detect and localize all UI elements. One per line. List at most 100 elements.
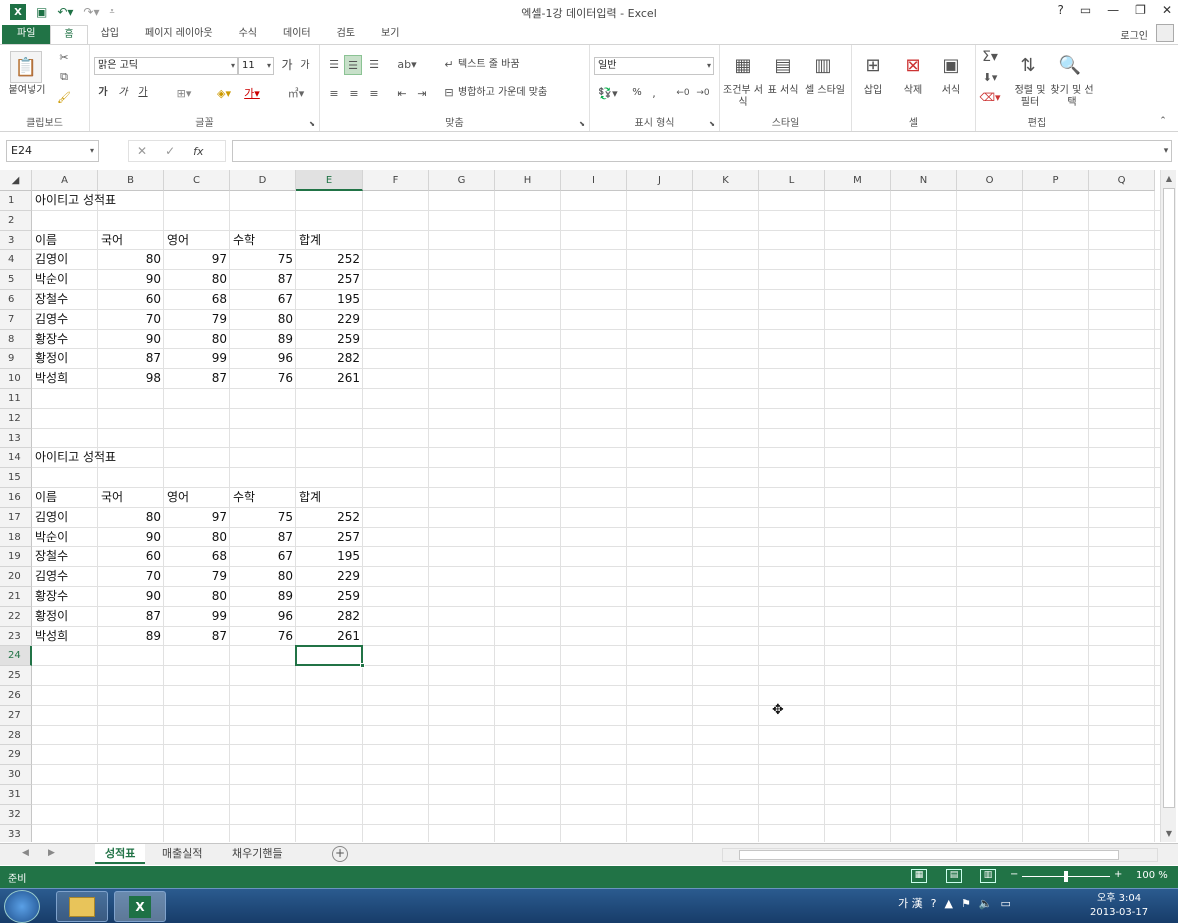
column-header-A[interactable]: A [32,170,98,191]
add-sheet-icon[interactable]: + [332,846,348,862]
cell-C17[interactable]: 97 [164,508,230,527]
tab-review[interactable]: 검토 [324,25,368,44]
row-header-2[interactable]: 2 [0,210,32,231]
row-header-24[interactable]: 24 [0,646,32,667]
cell-B23[interactable]: 89 [98,627,164,646]
cell-B8[interactable]: 90 [98,330,164,349]
underline-button[interactable]: 가 [136,87,150,99]
volume-icon[interactable]: 🔈 [979,897,993,910]
column-header-G[interactable]: G [429,170,495,191]
undo-icon[interactable]: ↶▾ [57,5,73,19]
cell-C23[interactable]: 87 [164,627,230,646]
conditional-format-button[interactable]: 조건부 서식 [722,85,764,109]
cell-C4[interactable]: 97 [164,250,230,269]
column-header-M[interactable]: M [825,170,891,191]
column-header-K[interactable]: K [693,170,759,191]
align-center-icon[interactable]: ≡ [346,85,362,101]
help-button[interactable]: ? [1057,3,1063,17]
cell-D22[interactable]: 96 [230,607,296,626]
italic-button[interactable]: 가 [116,87,130,99]
row-header-27[interactable]: 27 [0,705,32,726]
expand-formula-bar-icon[interactable]: ▾ [1160,144,1172,158]
enter-icon[interactable]: ✓ [165,144,175,158]
dialog-launcher-icon[interactable]: ⬊ [707,119,717,129]
comma-style-icon[interactable]: , [648,85,660,101]
row-header-30[interactable]: 30 [0,765,32,785]
cell-B10[interactable]: 98 [98,369,164,388]
cell-E21[interactable]: 259 [296,587,363,606]
worksheet-grid[interactable]: ◢ A B C D E F G H I J K L M N O P Q 1 2 3 4 5 6 7 8 9 10 11 12 13 14 15… [0,170,1160,842]
delete-cells-icon[interactable]: ⊠ [900,51,926,79]
cell-B20[interactable]: 70 [98,567,164,586]
find-select-button[interactable]: 찾기 및 선택 [1050,85,1094,109]
row-header-28[interactable]: 28 [0,725,32,746]
column-header-P[interactable]: P [1023,170,1089,191]
file-explorer-icon[interactable] [56,891,108,922]
row-header-9[interactable]: 9 [0,349,32,370]
zoom-in-icon[interactable]: + [1114,869,1122,880]
tab-insert[interactable]: 삽입 [88,25,132,44]
sort-filter-button[interactable]: 정렬 및 필터 [1010,85,1050,109]
row-header-6[interactable]: 6 [0,290,32,310]
row-header-12[interactable]: 12 [0,408,32,429]
clear-icon[interactable]: ⌫▾ [979,89,1000,105]
cell-D7[interactable]: 80 [230,310,296,329]
align-left-icon[interactable]: ≡ [326,85,342,101]
cell-B6[interactable]: 60 [98,290,164,309]
row-header-26[interactable]: 26 [0,686,32,706]
cell-E5[interactable]: 257 [296,270,363,289]
column-header-I[interactable]: I [561,170,627,191]
cell-E9[interactable]: 282 [296,349,363,368]
cell-E17[interactable]: 252 [296,508,363,527]
customize-qat-icon[interactable]: ⩡ [110,7,115,17]
close-button[interactable]: ✕ [1162,3,1172,17]
selected-cell-outline[interactable] [295,645,363,667]
paste-button[interactable]: 붙여넣기 [2,85,52,97]
cell-D9[interactable]: 96 [230,349,296,368]
cell-C7[interactable]: 79 [164,310,230,329]
zoom-level[interactable]: 100 % [1136,870,1168,881]
row-header-5[interactable]: 5 [0,270,32,290]
cell-E6[interactable]: 195 [296,290,363,309]
align-top-icon[interactable]: ☰ [326,55,342,73]
copy-icon[interactable]: ⧉ [56,69,72,85]
cell-C6[interactable]: 68 [164,290,230,309]
dialog-launcher-icon[interactable]: ⬊ [307,119,317,129]
dialog-launcher-icon[interactable]: ⬊ [577,119,587,129]
cancel-icon[interactable]: ✕ [137,144,147,158]
format-cells-button[interactable]: 서식 [936,85,966,97]
row-header-8[interactable]: 8 [0,329,32,350]
cell-E23[interactable]: 261 [296,627,363,646]
cell-C10[interactable]: 87 [164,369,230,388]
row-header-21[interactable]: 21 [0,587,32,607]
row-header-7[interactable]: 7 [0,309,32,330]
cell-D17[interactable]: 75 [230,508,296,527]
row-header-17[interactable]: 17 [0,507,32,528]
format-as-table-button[interactable]: 표 서식 [764,85,802,97]
cell-styles-icon[interactable]: ▥ [810,51,836,79]
cell-D10[interactable]: 76 [230,369,296,388]
network-icon[interactable]: ▭ [1001,897,1011,910]
prev-sheet-icon[interactable]: ◀ [22,848,29,858]
insert-cells-icon[interactable]: ⊞ [860,51,886,79]
cell-C19[interactable]: 68 [164,547,230,566]
page-break-view-icon[interactable]: ▥ [980,869,996,883]
increase-decimal-icon[interactable]: ←0 [674,85,692,101]
column-header-B[interactable]: B [98,170,164,191]
formula-input[interactable] [232,140,1172,162]
cell-styles-button[interactable]: 셀 스타일 [802,85,848,97]
row-header-25[interactable]: 25 [0,666,32,686]
row-header-18[interactable]: 18 [0,527,32,548]
scroll-down-icon[interactable]: ▼ [1162,829,1176,838]
cell-D8[interactable]: 89 [230,330,296,349]
vertical-scrollbar[interactable]: ▲ ▼ [1160,170,1176,842]
align-right-icon[interactable]: ≡ [366,85,382,101]
conditional-format-icon[interactable]: ▦ [730,51,756,79]
cell-D18[interactable]: 87 [230,528,296,547]
scroll-up-icon[interactable]: ▲ [1162,174,1176,183]
cell-B7[interactable]: 70 [98,310,164,329]
row-header-16[interactable]: 16 [0,488,32,508]
column-header-H[interactable]: H [495,170,561,191]
cell-E3[interactable]: 합계 [296,231,496,250]
row-header-13[interactable]: 13 [0,428,32,449]
